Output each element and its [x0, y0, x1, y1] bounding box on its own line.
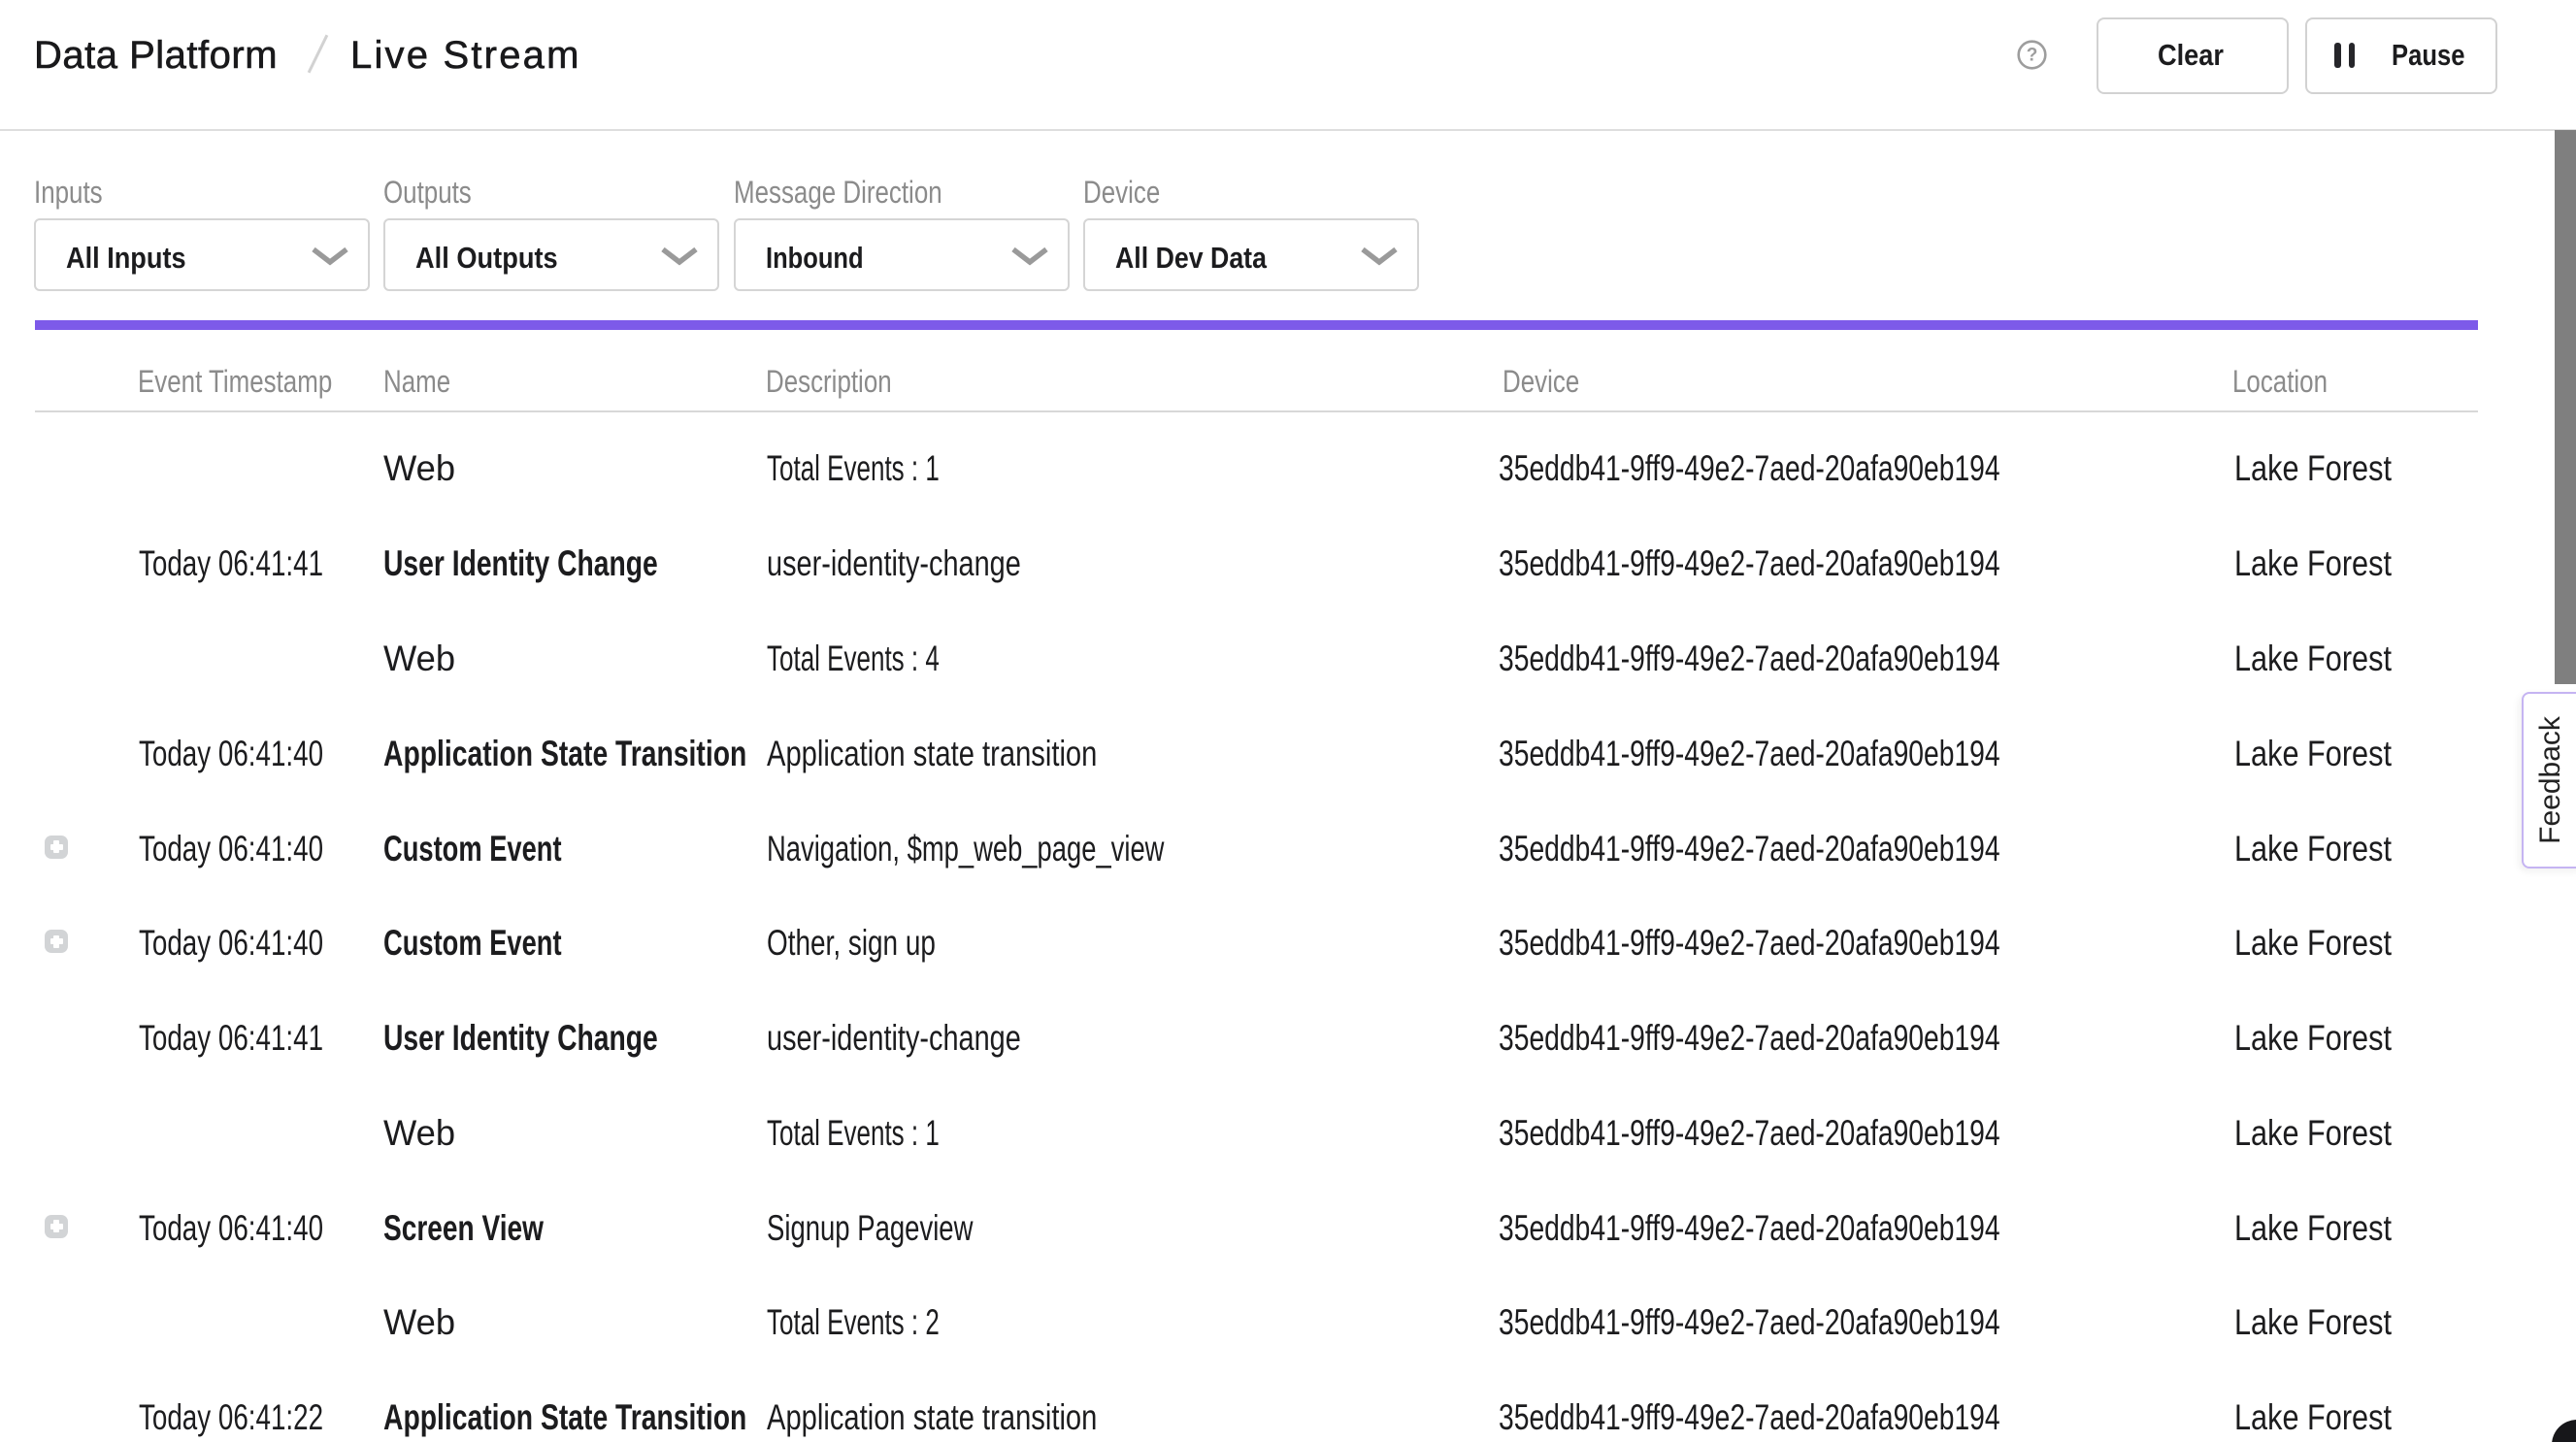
- svg-text:?: ?: [2027, 46, 2038, 66]
